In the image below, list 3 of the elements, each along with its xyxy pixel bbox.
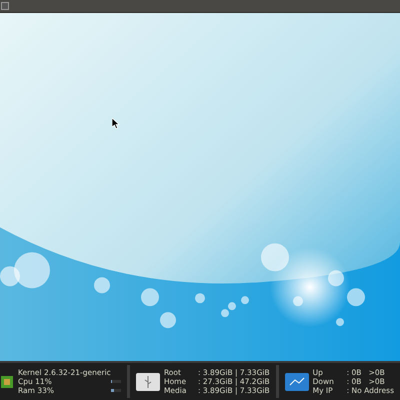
window-icon[interactable] <box>1 2 9 10</box>
mouse-cursor-icon <box>112 118 120 129</box>
chip-icon <box>0 374 14 390</box>
